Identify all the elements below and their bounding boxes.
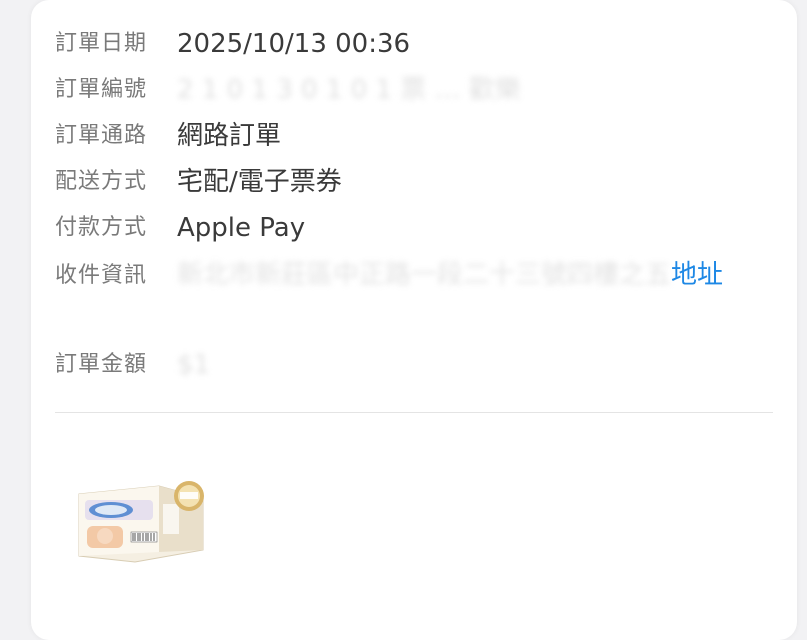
order-number-label: 訂單編號 bbox=[55, 77, 148, 102]
order-channel-row: 訂單通路 網路訂單 bbox=[55, 113, 773, 159]
order-detail-card: 訂單日期 2025/10/13 00:36 訂單編號 2 1 0 1 3 0 1… bbox=[31, 0, 797, 640]
order-channel-label: 訂單通路 bbox=[55, 123, 148, 148]
recipient-address-link-text: 地址 bbox=[671, 260, 724, 290]
diaper-box-image bbox=[78, 481, 204, 563]
shipping-method-row: 配送方式 宅配/電子票券 bbox=[55, 159, 773, 205]
order-number-value[interactable]: 2 1 0 1 3 0 1 0 1 票 … 歡樂 bbox=[177, 67, 521, 113]
order-channel-value: 網路訂單 bbox=[177, 121, 282, 151]
recipient-address-link[interactable]: 新北市新莊區中正路一段二十三號四樓之五地址 bbox=[177, 253, 767, 297]
payment-method-row: 付款方式 Apple Pay bbox=[55, 205, 773, 251]
order-amount-label: 訂單金額 bbox=[55, 352, 148, 377]
order-date-value: 2025/10/13 00:36 bbox=[177, 29, 411, 59]
recipient-info-row: 收件資訊 新北市新莊區中正路一段二十三號四樓之五地址 bbox=[55, 253, 773, 299]
payment-method-label: 付款方式 bbox=[55, 215, 148, 240]
recipient-address-hidden: 新北市新莊區中正路一段二十三號四樓之五 bbox=[177, 260, 672, 290]
shipping-method-label: 配送方式 bbox=[55, 169, 148, 194]
order-amount-row: 訂單金額 $1 bbox=[55, 342, 773, 388]
recipient-info-label: 收件資訊 bbox=[55, 263, 148, 288]
product-thumbnail[interactable] bbox=[75, 472, 207, 566]
order-date-label: 訂單日期 bbox=[55, 31, 148, 56]
order-date-row: 訂單日期 2025/10/13 00:36 bbox=[55, 21, 773, 67]
payment-method-value: Apple Pay bbox=[177, 213, 306, 243]
order-number-row: 訂單編號 2 1 0 1 3 0 1 0 1 票 … 歡樂 bbox=[55, 67, 773, 113]
section-divider bbox=[55, 412, 773, 413]
shipping-method-value: 宅配/電子票券 bbox=[177, 167, 342, 197]
order-amount-value: $1 bbox=[177, 350, 211, 380]
